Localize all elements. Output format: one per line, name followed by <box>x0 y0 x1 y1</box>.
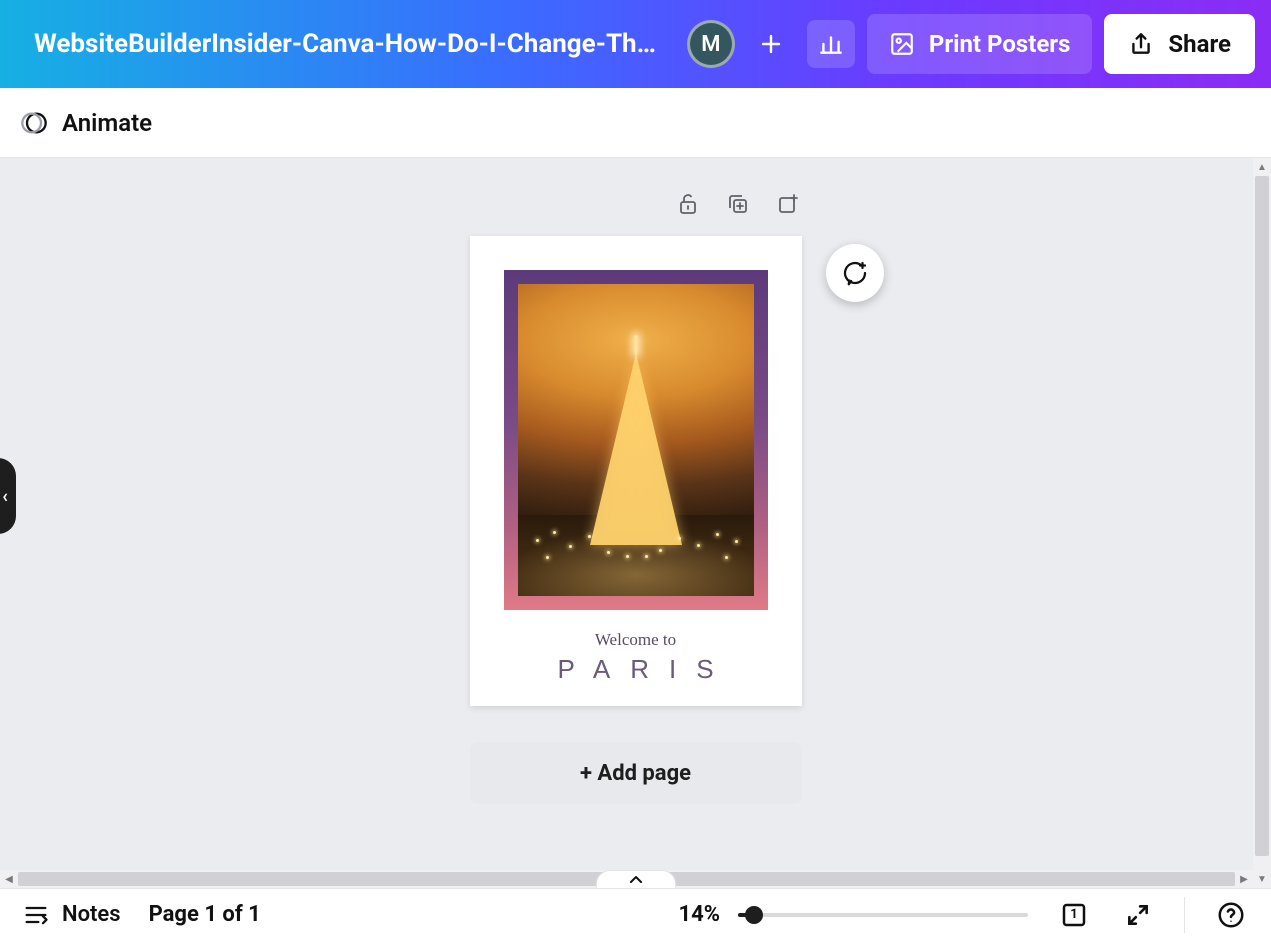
animate-label: Animate <box>62 109 152 137</box>
lock-page-button[interactable] <box>674 190 702 218</box>
bottom-bar: Notes Page 1 of 1 14% 1 <box>0 888 1271 940</box>
magic-comment-button[interactable] <box>826 244 884 302</box>
chevron-up-icon <box>628 874 644 886</box>
export-icon <box>1128 31 1154 57</box>
add-page-button[interactable]: + Add page <box>470 742 802 804</box>
duplicate-icon <box>726 192 750 216</box>
print-posters-label: Print Posters <box>929 30 1071 58</box>
poster-photo <box>518 284 754 596</box>
scroll-right-icon[interactable]: ▶ <box>1235 870 1253 888</box>
divider <box>1184 897 1185 933</box>
scroll-left-icon[interactable]: ◀ <box>0 870 18 888</box>
context-toolbar: Animate <box>0 88 1271 158</box>
image-icon <box>889 31 915 57</box>
document-title[interactable]: WebsiteBuilderInsider-Canva-How-Do-I-Cha… <box>34 29 667 59</box>
grid-view-badge: 1 <box>1070 907 1077 922</box>
page-tools <box>470 190 802 218</box>
magic-comment-icon <box>840 258 870 288</box>
help-icon <box>1216 900 1246 930</box>
print-posters-button[interactable]: Print Posters <box>867 14 1093 74</box>
timeline-expand-handle[interactable] <box>596 870 676 888</box>
add-page-icon-button[interactable] <box>774 190 802 218</box>
poster-city-text: PARIS <box>537 654 733 685</box>
share-label: Share <box>1168 30 1231 58</box>
canvas-area: Welcome to PARIS + Add page ▲ ▼ ◀ ▶ <box>0 158 1271 888</box>
zoom-percent[interactable]: 14% <box>660 902 720 927</box>
animate-button[interactable]: Animate <box>20 109 152 137</box>
poster-welcome-text: Welcome to <box>595 630 676 650</box>
add-page-label: + Add page <box>580 761 691 786</box>
poster-frame <box>504 270 768 610</box>
add-collaborator-button[interactable] <box>747 20 795 68</box>
scroll-up-icon[interactable]: ▲ <box>1253 158 1271 176</box>
scroll-down-icon[interactable]: ▼ <box>1253 870 1271 888</box>
add-page-icon <box>776 192 800 216</box>
share-button[interactable]: Share <box>1104 14 1255 74</box>
design-page[interactable]: Welcome to PARIS <box>470 236 802 706</box>
side-panel-toggle[interactable] <box>0 458 16 534</box>
user-avatar[interactable]: M <box>687 20 735 68</box>
page-indicator[interactable]: Page 1 of 1 <box>149 902 261 927</box>
plus-icon <box>759 32 783 56</box>
vscroll-thumb[interactable] <box>1255 176 1269 856</box>
bar-chart-icon <box>818 31 844 57</box>
vertical-scrollbar[interactable]: ▲ ▼ <box>1253 158 1271 888</box>
notes-icon <box>22 901 50 929</box>
duplicate-page-button[interactable] <box>724 190 752 218</box>
zoom-slider[interactable] <box>738 903 1028 927</box>
fullscreen-icon <box>1125 902 1151 928</box>
insights-button[interactable] <box>807 20 855 68</box>
unlock-icon <box>676 192 700 216</box>
help-button[interactable] <box>1213 897 1249 933</box>
fullscreen-button[interactable] <box>1120 897 1156 933</box>
animate-icon <box>20 109 48 137</box>
zoom-controls: 14% <box>660 902 1028 927</box>
notes-button[interactable]: Notes <box>22 901 121 929</box>
top-bar: WebsiteBuilderInsider-Canva-How-Do-I-Cha… <box>0 0 1271 88</box>
notes-label: Notes <box>62 902 121 927</box>
grid-view-button[interactable]: 1 <box>1056 897 1092 933</box>
